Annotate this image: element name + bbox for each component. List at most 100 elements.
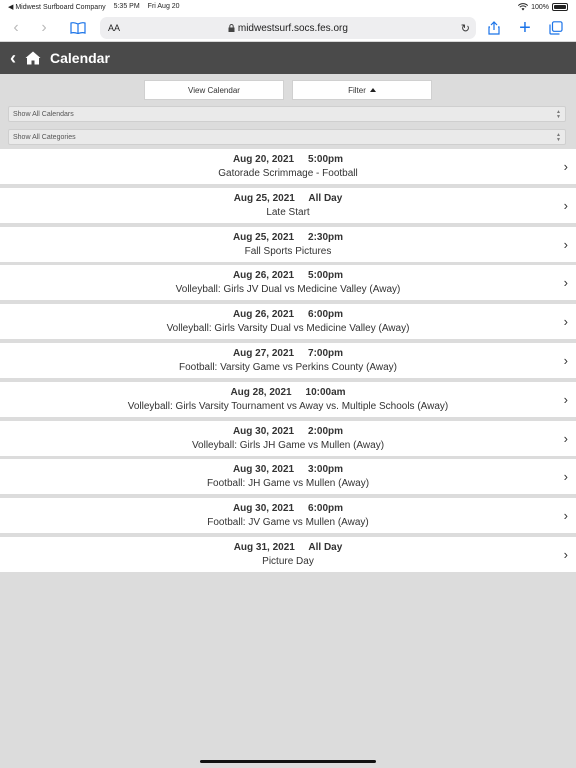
chevron-right-icon: › xyxy=(563,391,568,407)
chevron-right-icon: › xyxy=(563,469,568,485)
event-title: Volleyball: Girls Varsity Tournament vs … xyxy=(127,400,449,412)
event-row[interactable]: Aug 27, 2021 7:00pm Football: Varsity Gam… xyxy=(0,342,576,378)
new-tab-icon[interactable]: + xyxy=(515,17,535,39)
event-spacer xyxy=(294,154,308,165)
home-indicator[interactable] xyxy=(200,760,376,763)
back-to-app-label[interactable]: ◀ Midwest Surfboard Company xyxy=(8,3,106,11)
event-datetime: Aug 28, 2021 10:00am xyxy=(0,387,576,398)
event-time: 2:30pm xyxy=(308,231,344,243)
chevron-right-icon: › xyxy=(563,430,568,446)
event-row[interactable]: Aug 30, 2021 2:00pm Volleyball: Girls JH … xyxy=(0,420,576,456)
share-icon[interactable] xyxy=(484,18,504,38)
event-date: Aug 30, 2021 xyxy=(232,464,295,476)
forward-arrow-icon[interactable]: › xyxy=(34,18,54,38)
event-list: Aug 20, 2021 5:00pm Gatorade Scrimmage - … xyxy=(0,149,576,576)
select-arrows-icon: ▲ ▼ xyxy=(556,109,561,120)
event-title: Football: JH Game vs Mullen (Away) xyxy=(206,478,370,490)
event-date: Aug 25, 2021 xyxy=(232,231,295,243)
event-spacer xyxy=(294,348,308,359)
url-text: midwestsurf.socs.fes.org xyxy=(100,23,476,34)
action-buttons: View Calendar Filter xyxy=(0,80,576,102)
event-row[interactable]: Aug 28, 2021 10:00am Volleyball: Girls Va… xyxy=(0,381,576,417)
event-time: 6:00pm xyxy=(308,503,344,515)
event-datetime: Aug 30, 2021 3:00pm xyxy=(0,464,576,475)
wifi-icon xyxy=(518,3,529,11)
event-title: Fall Sports Pictures xyxy=(244,245,332,257)
event-row[interactable]: Aug 25, 2021 All Day Late Start › xyxy=(0,187,576,223)
event-time: 3:00pm xyxy=(308,464,344,476)
chevron-right-icon: › xyxy=(563,275,568,291)
status-date: Fri Aug 20 xyxy=(147,3,180,10)
event-spacer xyxy=(294,232,308,243)
event-row[interactable]: Aug 20, 2021 5:00pm Gatorade Scrimmage - … xyxy=(0,149,576,184)
categories-select-value: Show All Categories xyxy=(13,133,76,141)
event-time: 5:00pm xyxy=(308,270,344,282)
chevron-right-icon: › xyxy=(563,159,568,174)
chevron-right-icon: › xyxy=(563,352,568,368)
event-time: All Day xyxy=(308,192,343,204)
chevron-right-icon: › xyxy=(563,508,568,524)
event-datetime: Aug 31, 2021 All Day xyxy=(0,542,576,553)
event-datetime: Aug 30, 2021 2:00pm xyxy=(0,426,576,437)
select-arrows-icon: ▲ ▼ xyxy=(556,132,561,143)
event-spacer xyxy=(294,270,308,281)
calendars-select-value: Show All Calendars xyxy=(13,110,74,118)
event-spacer xyxy=(295,193,309,204)
status-bar: ◀ Midwest Surfboard Company 5:35 PM Fri … xyxy=(0,0,576,14)
event-row[interactable]: Aug 25, 2021 2:30pm Fall Sports Pictures › xyxy=(0,226,576,262)
event-spacer xyxy=(294,309,308,320)
event-row[interactable]: Aug 26, 2021 5:00pm Volleyball: Girls JV … xyxy=(0,265,576,301)
reload-icon[interactable]: ↻ xyxy=(461,22,470,35)
event-row[interactable]: Aug 30, 2021 6:00pm Football: JV Game vs … xyxy=(0,498,576,534)
event-datetime: Aug 26, 2021 5:00pm xyxy=(0,270,576,281)
event-datetime: Aug 20, 2021 5:00pm xyxy=(0,154,576,165)
event-title: Football: JV Game vs Mullen (Away) xyxy=(207,517,369,529)
chevron-right-icon: › xyxy=(563,546,568,562)
event-datetime: Aug 25, 2021 All Day xyxy=(0,193,576,204)
filter-label: Filter xyxy=(348,85,366,95)
event-row[interactable]: Aug 30, 2021 3:00pm Football: JH Game vs … xyxy=(0,459,576,495)
event-time: 6:00pm xyxy=(308,309,344,321)
url-label: midwestsurf.socs.fes.org xyxy=(237,22,348,34)
back-chevron-icon[interactable]: ‹ xyxy=(10,48,16,69)
event-row[interactable]: Aug 31, 2021 All Day Picture Day › xyxy=(0,536,576,572)
chevron-right-icon: › xyxy=(563,197,568,213)
bookmarks-icon[interactable] xyxy=(68,18,88,38)
event-row[interactable]: Aug 26, 2021 6:00pm Volleyball: Girls Var… xyxy=(0,304,576,340)
event-time: All Day xyxy=(308,541,343,553)
filter-button[interactable]: Filter xyxy=(292,80,432,100)
event-datetime: Aug 27, 2021 7:00pm xyxy=(0,348,576,359)
chevron-right-icon: › xyxy=(563,314,568,330)
event-spacer xyxy=(294,426,308,437)
event-date: Aug 25, 2021 xyxy=(233,192,295,204)
event-title: Late Start xyxy=(266,206,310,218)
lock-icon xyxy=(228,23,235,32)
browser-toolbar: ‹ › AA midwestsurf.socs.fes.org ↻ + xyxy=(0,14,576,42)
address-bar[interactable]: AA midwestsurf.socs.fes.org ↻ xyxy=(100,17,476,39)
home-icon[interactable] xyxy=(25,51,41,65)
event-date: Aug 28, 2021 xyxy=(230,386,292,398)
app-header: ‹ Calendar xyxy=(0,42,576,74)
view-calendar-button[interactable]: View Calendar xyxy=(144,80,284,100)
event-spacer xyxy=(292,387,306,398)
categories-select[interactable]: Show All Categories ▲ ▼ xyxy=(8,129,566,145)
event-time: 2:00pm xyxy=(308,425,344,437)
calendars-select[interactable]: Show All Calendars ▲ ▼ xyxy=(8,106,566,122)
event-title: Picture Day xyxy=(262,555,314,567)
back-arrow-icon[interactable]: ‹ xyxy=(6,18,26,38)
event-date: Aug 27, 2021 xyxy=(232,347,295,359)
event-time: 10:00am xyxy=(305,386,346,398)
event-datetime: Aug 30, 2021 6:00pm xyxy=(0,503,576,514)
event-datetime: Aug 26, 2021 6:00pm xyxy=(0,309,576,320)
view-calendar-label: View Calendar xyxy=(188,85,240,95)
tabs-icon[interactable] xyxy=(546,18,566,38)
event-datetime: Aug 25, 2021 2:30pm xyxy=(0,232,576,243)
battery-icon xyxy=(552,3,568,11)
event-date: Aug 30, 2021 xyxy=(232,425,295,437)
battery-percent: 100% xyxy=(531,3,549,11)
event-title: Volleyball: Girls JV Dual vs Medicine Va… xyxy=(175,284,401,296)
event-date: Aug 20, 2021 xyxy=(232,154,295,165)
page-title: Calendar xyxy=(50,50,110,66)
event-title: Gatorade Scrimmage - Football xyxy=(218,168,358,179)
caret-up-icon xyxy=(369,88,376,92)
